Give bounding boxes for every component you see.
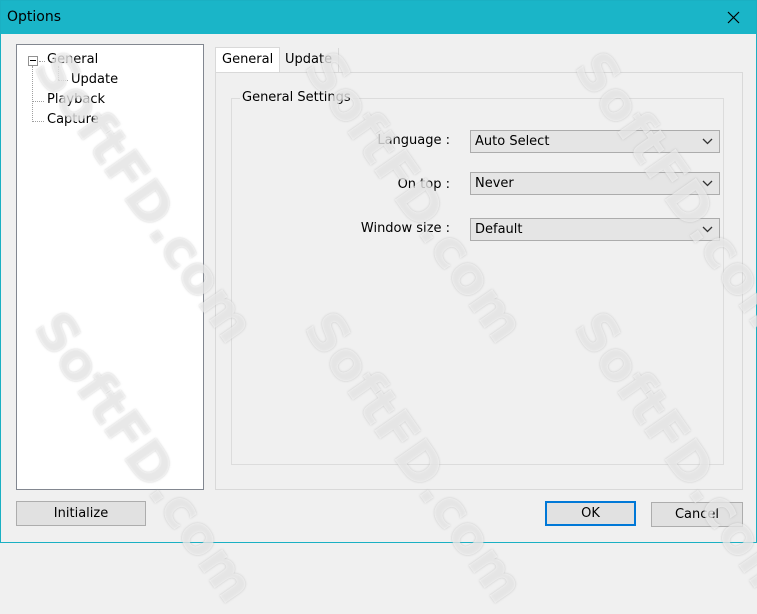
chevron-down-icon (702, 138, 713, 145)
title-bar: Options (1, 1, 756, 34)
tab-panel-general: General Settings Language : Auto Select … (215, 72, 743, 490)
tree-item-playback[interactable]: Playback (45, 91, 107, 109)
ok-button[interactable]: OK (545, 501, 636, 526)
language-value: Auto Select (475, 134, 550, 149)
chevron-down-icon (702, 180, 713, 187)
window-title: Options (7, 9, 62, 25)
language-label: Language : (377, 133, 450, 148)
window-size-select[interactable]: Default (470, 218, 720, 241)
window-size-label: Window size : (360, 221, 450, 236)
tree-item-capture[interactable]: Capture (45, 111, 101, 129)
options-tree[interactable]: General Update Playback Capture (16, 44, 204, 490)
window-size-value: Default (475, 222, 523, 237)
cancel-button[interactable]: Cancel (651, 502, 743, 527)
tree-item-general[interactable]: General (45, 51, 100, 69)
options-window: Options General Update Playback Capture … (0, 0, 757, 614)
tab-update[interactable]: Update (279, 48, 340, 72)
initialize-button[interactable]: Initialize (16, 501, 146, 526)
collapse-general-icon[interactable] (28, 56, 38, 66)
tab-general[interactable]: General (215, 47, 281, 74)
tree-item-update[interactable]: Update (69, 71, 120, 89)
on-top-value: Never (475, 176, 514, 191)
close-icon (727, 11, 740, 24)
general-settings-group: General Settings Language : Auto Select … (231, 90, 724, 465)
on-top-label: On top : (397, 177, 450, 192)
chevron-down-icon (702, 226, 713, 233)
on-top-select[interactable]: Never (470, 172, 720, 195)
language-select[interactable]: Auto Select (470, 130, 720, 153)
close-button[interactable] (712, 1, 756, 34)
group-title: General Settings (240, 90, 353, 105)
